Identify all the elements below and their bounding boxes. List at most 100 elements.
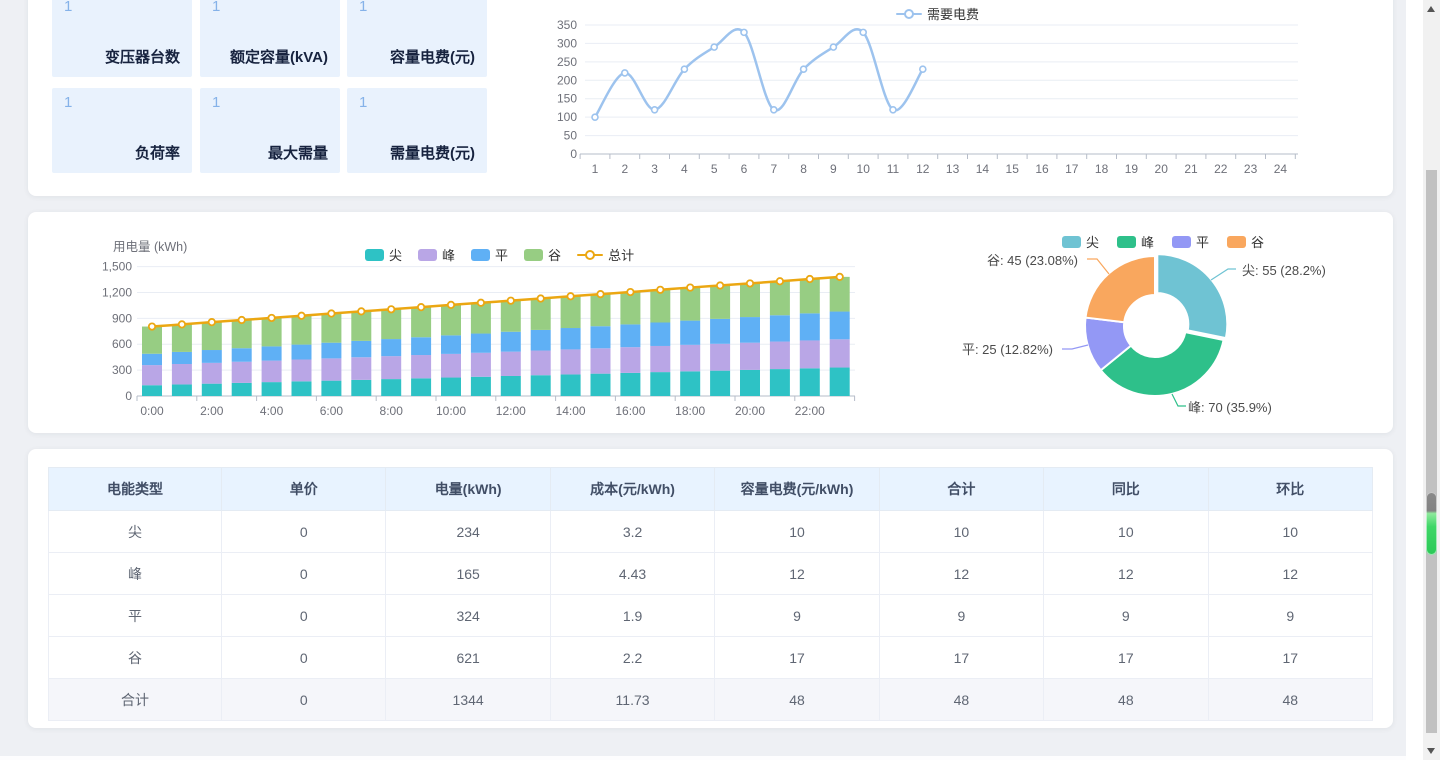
- table-cell: 234: [386, 511, 550, 553]
- table-cell: 10: [1208, 511, 1372, 553]
- svg-text:19: 19: [1125, 162, 1139, 176]
- stat-card-label: 容量电费(元): [390, 46, 475, 67]
- table-cell: 0: [222, 553, 386, 595]
- table-cell: 9: [1044, 595, 1208, 637]
- stat-card-label: 负荷率: [135, 142, 180, 163]
- svg-text:21: 21: [1184, 162, 1198, 176]
- svg-text:0: 0: [570, 147, 577, 161]
- svg-text:900: 900: [112, 311, 132, 325]
- table-cell: 0: [222, 679, 386, 721]
- table-cell: 12: [715, 553, 879, 595]
- table-cell: 平: [49, 595, 222, 637]
- table-cell: 17: [715, 637, 879, 679]
- table-header-cell: 电量(kWh): [386, 468, 550, 511]
- svg-text:14: 14: [976, 162, 990, 176]
- table-cell: 10: [879, 511, 1043, 553]
- table-cell: 0: [222, 595, 386, 637]
- browser-scrollbar[interactable]: [1423, 0, 1440, 760]
- color-swatch-icon: [1172, 236, 1191, 248]
- scrollbar-thumb[interactable]: [1426, 170, 1437, 733]
- svg-text:1: 1: [592, 162, 599, 176]
- color-swatch-icon: [1227, 236, 1246, 248]
- svg-text:16: 16: [1035, 162, 1049, 176]
- energy-stacked-bar-chart[interactable]: 03006009001,2001,5000:002:004:006:008:00…: [88, 252, 898, 432]
- svg-text:600: 600: [112, 337, 132, 351]
- table-cell: 0: [222, 637, 386, 679]
- stat-card: 1 容量电费(元): [347, 0, 487, 77]
- svg-text:350: 350: [557, 18, 577, 32]
- svg-text:20: 20: [1155, 162, 1169, 176]
- svg-text:23: 23: [1244, 162, 1258, 176]
- stat-card: 1变压器台数: [52, 0, 192, 77]
- color-swatch-icon: [1062, 236, 1081, 248]
- stat-card: 1 负荷率: [52, 88, 192, 173]
- table-cell: 11.73: [550, 679, 714, 721]
- svg-text:20:00: 20:00: [735, 404, 765, 418]
- svg-text:0: 0: [125, 389, 132, 403]
- svg-text:22: 22: [1214, 162, 1228, 176]
- stat-card-value: 1: [64, 94, 72, 111]
- svg-text:200: 200: [557, 73, 577, 87]
- svg-text:18: 18: [1095, 162, 1109, 176]
- svg-text:3: 3: [651, 162, 658, 176]
- pie-label-feng: 峰: 70 (35.9%): [1188, 397, 1272, 416]
- table-row: 平03241.99999: [49, 595, 1373, 637]
- content-area: 1变压器台数 1 额定容量(kVA) 1 容量电费(元) 1 负荷率 1 最大需量 1需量电费(元…: [0, 0, 1406, 756]
- table-cell: 0: [222, 511, 386, 553]
- stat-card-value: 1: [212, 94, 220, 111]
- table-cell: 1.9: [550, 595, 714, 637]
- table-cell: 17: [1208, 637, 1372, 679]
- table-header-cell: 单价: [222, 468, 386, 511]
- table-cell: 9: [1208, 595, 1372, 637]
- svg-text:10:00: 10:00: [436, 404, 466, 418]
- table-panel: 电能类型单价电量(kWh)成本(元/kWh)容量电费(元/kWh)合计同比环比尖…: [28, 449, 1393, 728]
- table-row: 峰01654.4312121212: [49, 553, 1373, 595]
- svg-text:0:00: 0:00: [140, 404, 164, 418]
- svg-text:14:00: 14:00: [556, 404, 586, 418]
- table-row: 谷06212.217171717: [49, 637, 1373, 679]
- stat-card-value: 1: [212, 0, 220, 15]
- table-cell: 9: [879, 595, 1043, 637]
- stat-card-label: 最大需量: [268, 142, 328, 163]
- table-cell: 9: [715, 595, 879, 637]
- table-cell: 10: [1044, 511, 1208, 553]
- svg-text:15: 15: [1006, 162, 1020, 176]
- scrollbar-green-marker: [1426, 492, 1437, 555]
- color-swatch-icon: [1117, 236, 1136, 248]
- svg-text:4:00: 4:00: [260, 404, 284, 418]
- svg-text:1,200: 1,200: [102, 285, 132, 299]
- table-cell: 尖: [49, 511, 222, 553]
- table-cell: 峰: [49, 553, 222, 595]
- energy-cost-table: 电能类型单价电量(kWh)成本(元/kWh)容量电费(元/kWh)合计同比环比尖…: [48, 467, 1373, 721]
- table-cell: 17: [879, 637, 1043, 679]
- table-cell: 12: [1208, 553, 1372, 595]
- stat-card: 1需量电费(元): [347, 88, 487, 173]
- stat-card-value: 1: [359, 0, 367, 15]
- scrollbar-down-arrow-icon[interactable]: [1427, 748, 1435, 754]
- page-gutter: [1406, 0, 1423, 760]
- summary-panel: 1变压器台数 1 额定容量(kVA) 1 容量电费(元) 1 负荷率 1 最大需量 1需量电费(元…: [28, 0, 1393, 196]
- table-cell: 48: [715, 679, 879, 721]
- table-cell: 17: [1044, 637, 1208, 679]
- svg-text:9: 9: [830, 162, 837, 176]
- svg-text:8:00: 8:00: [380, 404, 404, 418]
- svg-text:17: 17: [1065, 162, 1079, 176]
- svg-text:24: 24: [1274, 162, 1288, 176]
- pie-label-jian: 尖: 55 (28.2%): [1242, 260, 1326, 279]
- svg-text:18:00: 18:00: [675, 404, 705, 418]
- svg-text:6: 6: [741, 162, 748, 176]
- dashboard-page: 1变压器台数 1 额定容量(kVA) 1 容量电费(元) 1 负荷率 1 最大需量 1需量电费(元…: [0, 0, 1440, 760]
- table-cell: 48: [1208, 679, 1372, 721]
- demand-fee-line-chart[interactable]: 0501001502002503003501234567891011121314…: [528, 0, 1408, 185]
- table-cell: 合计: [49, 679, 222, 721]
- scrollbar-up-arrow-icon[interactable]: [1427, 6, 1435, 12]
- table-header-cell: 成本(元/kWh): [550, 468, 714, 511]
- bottom-strip: [0, 756, 1406, 760]
- stat-card-label: 额定容量(kVA): [230, 46, 328, 67]
- table-wrapper: 电能类型单价电量(kWh)成本(元/kWh)容量电费(元/kWh)合计同比环比尖…: [48, 467, 1373, 721]
- svg-text:22:00: 22:00: [795, 404, 825, 418]
- table-cell: 10: [715, 511, 879, 553]
- table-cell: 1344: [386, 679, 550, 721]
- table-cell: 2.2: [550, 637, 714, 679]
- svg-text:150: 150: [557, 92, 577, 106]
